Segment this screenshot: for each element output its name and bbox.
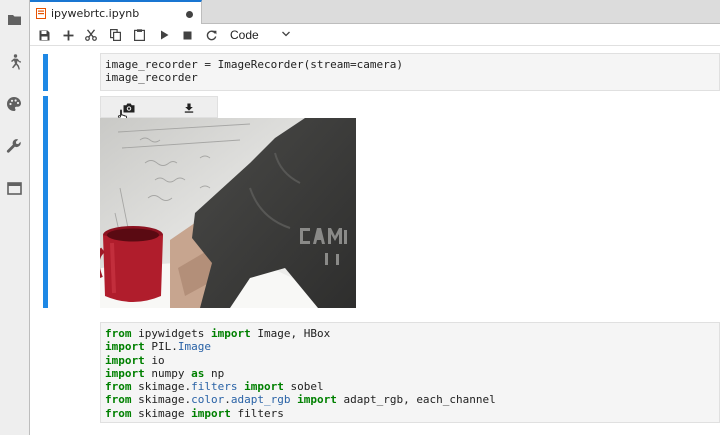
activity-bar [0, 0, 30, 435]
tab-notebook[interactable]: ipywebrtc.ipynb [30, 0, 202, 24]
image-recorder-toolbar [100, 96, 218, 121]
tabs-icon[interactable] [4, 178, 24, 198]
download-icon[interactable] [181, 100, 197, 116]
cell-type-select[interactable]: Code [230, 27, 259, 43]
copy-icon[interactable] [107, 27, 123, 43]
input-collapser[interactable] [43, 54, 48, 91]
run-icon[interactable] [156, 27, 172, 43]
wrench-icon[interactable] [4, 136, 24, 156]
restart-icon[interactable] [203, 27, 219, 43]
folder-icon[interactable] [4, 10, 24, 30]
save-icon[interactable] [36, 27, 52, 43]
running-icon[interactable] [4, 52, 24, 72]
code-editor[interactable]: image_recorder = ImageRecorder(stream=ca… [100, 53, 720, 91]
palette-icon[interactable] [4, 94, 24, 114]
unsaved-dot-icon[interactable] [186, 11, 193, 18]
code-line: from skimage.filters import sobel [105, 380, 324, 394]
add-icon[interactable] [60, 27, 76, 43]
code-line: image_recorder = ImageRecorder(stream=ca… [105, 58, 404, 71]
code-line: from skimage.color.adapt_rgb import adap… [105, 393, 496, 407]
notebook-panel: [4]: image_recorder = ImageRecorder(stre… [30, 47, 720, 435]
code-line: import PIL.Image [105, 340, 211, 354]
code-line: import numpy as np [105, 366, 225, 380]
tab-title: ipywebrtc.ipynb [51, 6, 140, 20]
tab-bar: ipywebrtc.ipynb [30, 0, 720, 24]
code-line: image_recorder [105, 71, 198, 85]
stop-icon[interactable] [179, 27, 195, 43]
code-line: from ipywidgets import Image, HBox [105, 327, 331, 340]
code-editor[interactable]: from ipywidgets import Image, HBox impor… [100, 322, 720, 423]
paste-icon[interactable] [131, 27, 147, 43]
code-line: import io [105, 353, 165, 367]
cut-icon[interactable] [83, 27, 99, 43]
notebook-icon [36, 7, 46, 19]
output-collapser[interactable] [43, 96, 48, 308]
code-line: from skimage import filters [105, 406, 284, 420]
notebook-toolbar: Code [30, 24, 720, 46]
chevron-down-icon[interactable] [281, 29, 291, 39]
camera-snapshot-image [100, 118, 356, 308]
